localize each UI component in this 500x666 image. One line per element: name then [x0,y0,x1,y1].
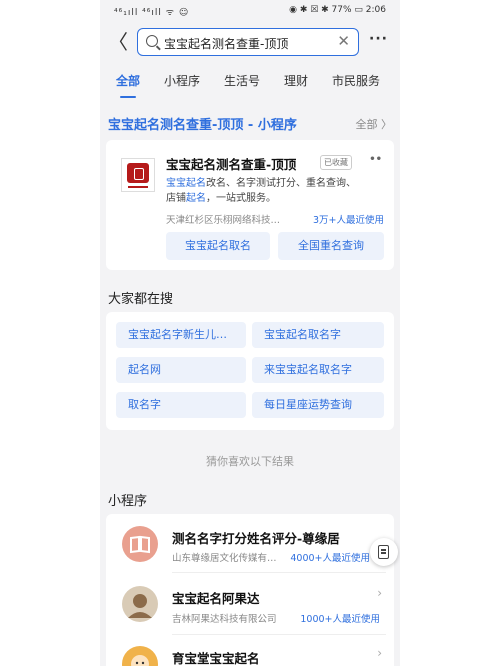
app-description: 宝宝起名改名、名字测试打分、重名查询、 店铺起名，一站式服务。 [166,178,356,204]
popular-search-item[interactable]: 取名字 [116,392,246,418]
popular-searches-heading: 大家都在搜 [108,292,174,307]
mini-program-title[interactable]: 育宝堂宝宝起名 [172,648,260,666]
mini-program-usage: 1000+人最近使用 [300,614,380,625]
app-logo [121,158,155,192]
popular-search-item[interactable]: 每日星座运势查询 [252,392,384,418]
book-icon [122,526,158,562]
mini-program-title[interactable]: 宝宝起名阿果达 [172,588,260,607]
mini-programs-heading: 小程序 [108,494,148,509]
service-button-name-baby[interactable]: 宝宝起名取名 [166,232,270,260]
service-button-duplicate-check[interactable]: 全国重名查询 [278,232,384,260]
see-all-link[interactable]: 全部 〉 [356,116,393,132]
tab-finance[interactable]: 理财 [284,72,308,89]
tab-citizen-services[interactable]: 市民服务 [332,72,380,89]
top-result-heading: 宝宝起名测名查重-顶顶 - 小程序 [108,118,297,133]
tab-all[interactable]: 全部 [116,72,140,89]
popular-search-item[interactable]: 来宝宝起名取名字 [252,357,384,383]
mini-program-usage: 4000+人最近使用 [290,553,370,564]
top-bar: 〈 宝宝起名测名查重-顶顶 ✕ ··· [100,24,400,60]
status-right: ◉ ✱ ☒ ✱ 77% ▭ 2:06 [289,5,386,15]
clear-icon[interactable]: ✕ [337,32,350,50]
chevron-right-icon[interactable]: › [377,646,382,660]
card-menu-icon[interactable]: •• [369,154,382,165]
mini-programs-card: 测名名字打分姓名评分-尊缘居 山东尊缘居文化传媒有… 4000+人最近使用 宝宝… [106,514,394,666]
seal-icon [127,163,149,183]
baby-icon [122,646,158,666]
more-options-icon[interactable]: ··· [369,31,388,47]
search-query[interactable]: 宝宝起名测名查重-顶顶 [164,35,288,52]
tab-mini-programs[interactable]: 小程序 [164,72,200,89]
avatar-icon [122,586,158,622]
search-input[interactable]: 宝宝起名测名查重-顶顶 ✕ [137,28,359,56]
recommendation-divider: 猜你喜欢以下结果 [206,455,294,468]
signal-indicators: ⁴⁶₁ıll ⁴⁶ıll ᯤ ☺ [114,8,190,18]
favorited-badge: 已收藏 [320,155,352,170]
floating-clipboard-button[interactable] [370,538,398,566]
usage-count: 3万+人最近使用 [312,215,384,226]
app-title[interactable]: 宝宝起名测名查重-顶顶 [166,154,296,173]
tab-life-accounts[interactable]: 生活号 [224,72,260,89]
mini-program-company: 山东尊缘居文化传媒有… [172,553,277,564]
popular-search-item[interactable]: 起名网 [116,357,246,383]
status-bar: ⁴⁶₁ıll ⁴⁶ıll ᯤ ☺ ◉ ✱ ☒ ✱ 77% ▭ 2:06 [100,0,400,22]
back-icon[interactable]: 〈 [108,30,128,54]
mini-program-company: 吉林阿果达科技有限公司 [172,614,277,625]
top-result-card[interactable]: 宝宝起名测名查重-顶顶 已收藏 •• 宝宝起名改名、名字测试打分、重名查询、 店… [106,140,394,270]
popular-search-item[interactable]: 宝宝起名取名字 [252,322,384,348]
active-tab-indicator [120,96,136,98]
filter-tabs: 全部 小程序 生活号 理财 市民服务 [100,66,400,98]
phone-screen: ⁴⁶₁ıll ⁴⁶ıll ᯤ ☺ ◉ ✱ ☒ ✱ 77% ▭ 2:06 〈 宝宝… [100,0,400,666]
popular-searches-card: 宝宝起名字新生儿… 宝宝起名取名字 起名网 来宝宝起名取名字 取名字 每日星座运… [106,312,394,430]
mini-program-title[interactable]: 测名名字打分姓名评分-尊缘居 [172,528,340,547]
chevron-right-icon[interactable]: › [377,586,382,600]
developer-name: 天津红杉区乐栩网络科技… [166,215,281,226]
search-icon [146,35,158,47]
popular-search-item[interactable]: 宝宝起名字新生儿… [116,322,246,348]
clipboard-icon [378,545,389,559]
